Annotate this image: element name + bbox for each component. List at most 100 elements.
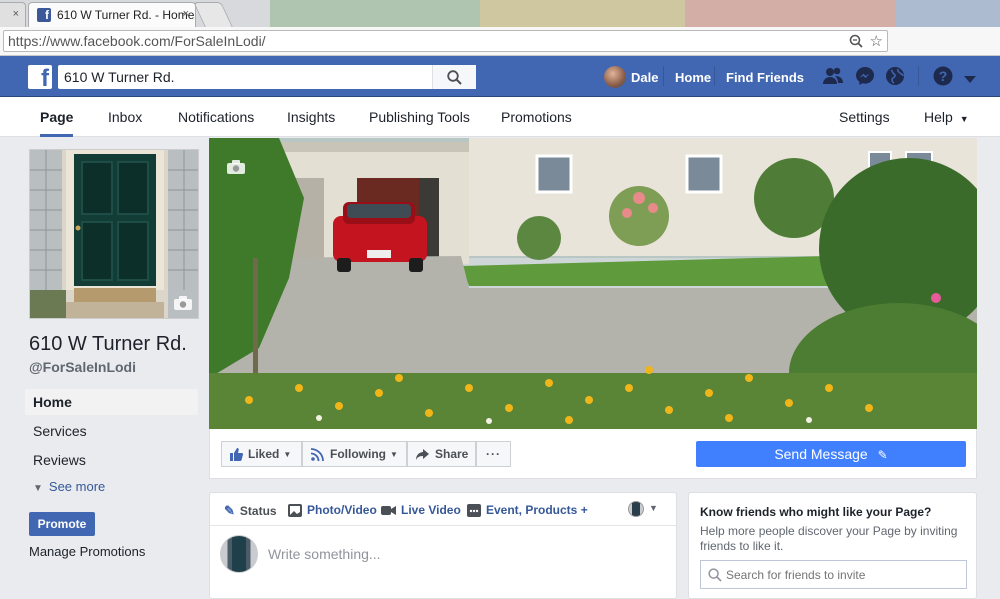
avatar[interactable] [604, 66, 626, 88]
composer-tab-label: Live Video [401, 503, 461, 517]
search-input[interactable] [58, 65, 428, 89]
tab-settings[interactable]: Settings [839, 97, 890, 137]
browser-tab-active[interactable]: f 610 W Turner Rd. - Home × [28, 2, 196, 27]
tab-inbox[interactable]: Inbox [108, 97, 142, 137]
following-button[interactable]: Following ▼ [302, 441, 407, 467]
camera-icon[interactable] [227, 160, 245, 174]
liked-label: Liked [248, 447, 280, 461]
invite-search-field [700, 560, 967, 589]
avatar [220, 535, 258, 573]
invite-search-input[interactable] [726, 567, 956, 582]
divider [714, 66, 715, 86]
tab-notifications[interactable]: Notifications [178, 97, 254, 137]
chevron-down-icon: ▼ [33, 483, 43, 494]
svg-text:?: ? [939, 68, 948, 84]
composer-tab-status[interactable]: ✎ Status [224, 503, 277, 519]
messenger-icon[interactable] [855, 66, 875, 89]
event-icon [467, 503, 481, 517]
photo-icon [288, 503, 302, 517]
thumbs-up-icon [230, 447, 243, 461]
chevron-down-icon: ▼ [283, 449, 292, 459]
composer-tab-label: Photo/Video [307, 503, 377, 517]
composer-tab-photo-video[interactable]: Photo/Video [288, 503, 377, 517]
tab-help[interactable]: Help ▼ [924, 97, 969, 137]
camera-icon[interactable] [174, 296, 192, 310]
search-box [58, 65, 476, 89]
tab-promotions[interactable]: Promotions [501, 97, 572, 137]
help-question-icon[interactable]: ? [933, 66, 953, 89]
tab-page[interactable]: Page [40, 97, 74, 137]
page-handle[interactable]: @ForSaleInLodi [29, 359, 136, 375]
chevron-down-icon: ▼ [390, 449, 398, 459]
liked-button[interactable]: Liked ▼ [221, 441, 302, 467]
friend-requests-icon[interactable] [822, 66, 844, 89]
bookmark-star-icon[interactable]: ☆ [870, 32, 883, 52]
cover-photo[interactable] [209, 138, 977, 429]
video-camera-icon [381, 505, 396, 515]
pencil-icon: ✎ [877, 448, 888, 462]
write-something-input[interactable]: Write something... [268, 546, 381, 562]
divider [210, 525, 676, 526]
close-tab-icon[interactable]: × [183, 8, 189, 20]
tab-strip-decoration [895, 0, 1000, 27]
divider [663, 66, 664, 86]
browser-tab-previous[interactable]: × [0, 2, 26, 27]
tab-insights[interactable]: Insights [287, 97, 335, 137]
tab-strip-decoration [685, 0, 895, 27]
more-options-button[interactable]: ··· [476, 441, 511, 467]
composer-tab-label: Event, Products + [486, 503, 588, 517]
share-arrow-icon [416, 448, 429, 460]
composer-tab-label: Status [239, 504, 277, 518]
invite-friends-box: Know friends who might like your Page? H… [688, 492, 977, 599]
see-more-link[interactable]: ▼ See more [33, 479, 105, 494]
address-bar[interactable]: https://www.facebook.com/ForSaleInLodi/ … [3, 30, 888, 52]
tab-title: 610 W Turner Rd. - Home [57, 8, 195, 22]
search-button[interactable] [432, 65, 476, 89]
profile-link[interactable]: Dale [631, 70, 658, 85]
zoom-icon[interactable] [849, 33, 863, 53]
url-text: https://www.facebook.com/ForSaleInLodi/ [8, 33, 266, 49]
rss-follow-icon [311, 447, 324, 461]
cover-photo-house-scene [209, 138, 977, 429]
promote-button[interactable]: Promote [29, 512, 95, 536]
following-label: Following [330, 447, 386, 461]
search-icon [708, 567, 722, 582]
notifications-globe-icon[interactable] [885, 66, 905, 89]
chevron-down-icon[interactable]: ▼ [649, 503, 658, 513]
manage-promotions-link[interactable]: Manage Promotions [29, 544, 145, 559]
profile-photo-door [30, 150, 198, 318]
address-bar-row: https://www.facebook.com/ForSaleInLodi/ … [0, 27, 1000, 76]
new-tab-button[interactable] [193, 2, 233, 27]
home-link[interactable]: Home [675, 70, 711, 85]
left-nav-reviews[interactable]: Reviews [25, 447, 198, 473]
page-admin-tabs: Page Inbox Notifications Insights Publis… [0, 97, 1000, 137]
facebook-logo-icon[interactable]: f [28, 65, 52, 89]
left-nav-services[interactable]: Services [25, 418, 198, 444]
page-name: 610 W Turner Rd. [29, 333, 187, 355]
browser-tab-strip: × f 610 W Turner Rd. - Home × [0, 0, 1000, 27]
send-message-label: Send Message [774, 446, 868, 462]
share-label: Share [435, 447, 469, 461]
left-nav-home[interactable]: Home [25, 389, 198, 415]
pencil-icon: ✎ [224, 503, 235, 518]
tab-publishing-tools[interactable]: Publishing Tools [369, 97, 470, 137]
send-message-button[interactable]: Send Message ✎ [696, 441, 966, 467]
invite-box-text: Help more people discover your Page by i… [700, 524, 958, 553]
share-button[interactable]: Share [407, 441, 476, 467]
post-as-avatar[interactable] [628, 501, 644, 517]
composer-tab-live-video[interactable]: Live Video [381, 503, 461, 517]
invite-box-title: Know friends who might like your Page? [700, 505, 932, 519]
help-dropdown-icon: ▼ [959, 114, 969, 124]
facebook-favicon-icon: f [37, 8, 51, 22]
account-menu-chevron-icon[interactable] [964, 72, 976, 87]
help-label: Help [924, 109, 953, 125]
find-friends-link[interactable]: Find Friends [726, 70, 804, 85]
profile-picture[interactable] [29, 149, 199, 319]
divider [918, 66, 919, 86]
tab-strip-decoration [270, 0, 480, 27]
facebook-top-bar: f [0, 56, 1000, 97]
close-tab-icon[interactable]: × [13, 8, 19, 20]
composer-tab-event-products[interactable]: Event, Products + [467, 503, 588, 517]
see-more-label: See more [48, 479, 106, 494]
search-icon [447, 69, 462, 85]
